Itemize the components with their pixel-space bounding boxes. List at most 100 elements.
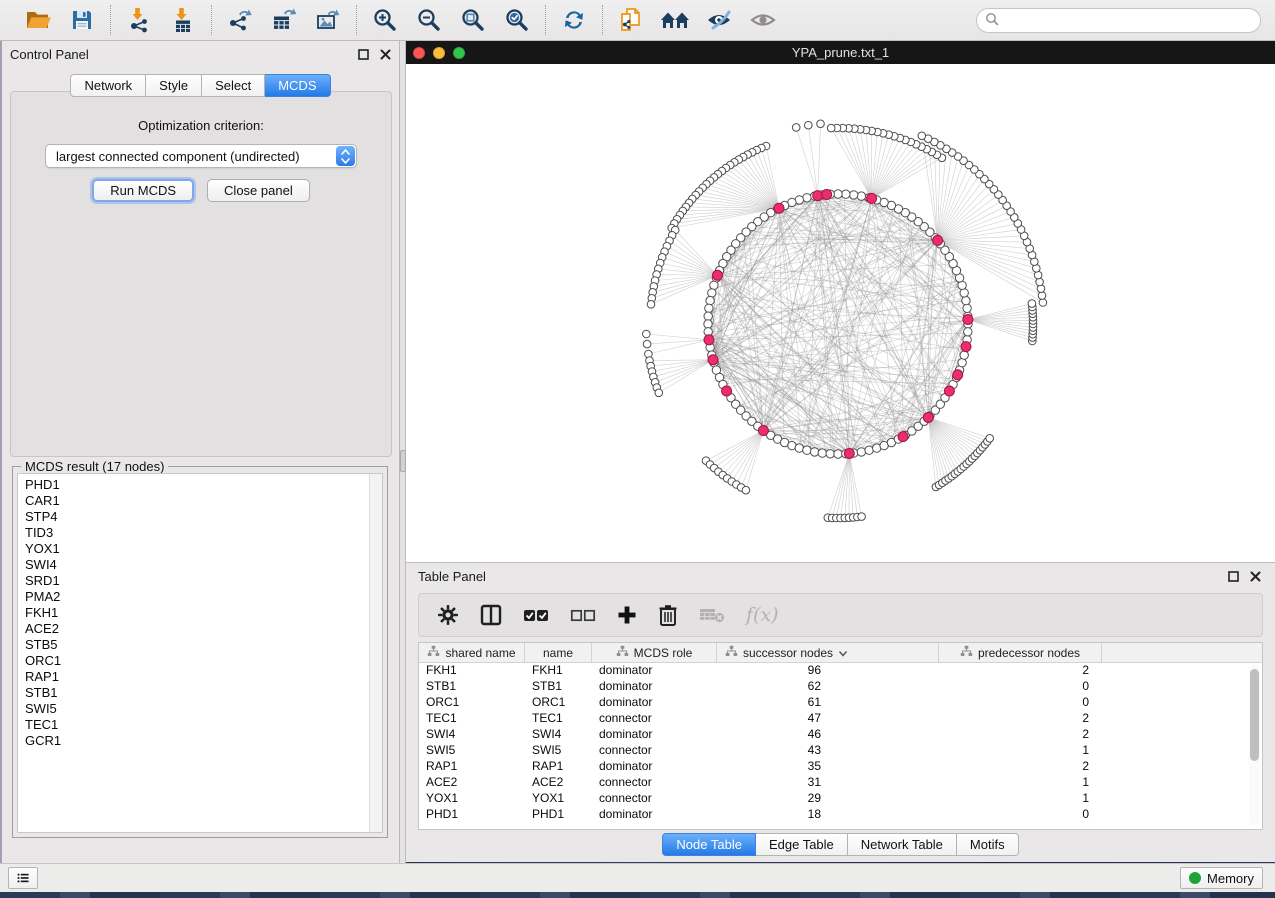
table-row[interactable]: PHD1PHD1dominator180	[419, 807, 1262, 823]
close-icon[interactable]	[1249, 570, 1261, 582]
window-minimize-traffic-light[interactable]	[433, 47, 445, 59]
cell-succ: 46	[717, 727, 939, 743]
result-node-item[interactable]: PHD1	[25, 477, 369, 493]
result-node-item[interactable]: STB1	[25, 685, 369, 701]
table-row[interactable]: ACE2ACE2connector311	[419, 775, 1262, 791]
dropdown-selected-value: largest connected component (undirected)	[56, 149, 300, 164]
close-icon[interactable]	[379, 48, 391, 60]
shared-column-icon	[960, 645, 973, 660]
float-window-icon[interactable]	[1227, 570, 1239, 582]
uncheck-all-icon[interactable]	[570, 607, 596, 623]
split-panel-icon[interactable]	[480, 604, 502, 626]
fx-icon: f(x)	[746, 604, 779, 626]
gear-icon[interactable]	[437, 604, 459, 626]
trash-icon[interactable]	[658, 604, 678, 626]
result-node-item[interactable]: SWI4	[25, 557, 369, 573]
network-canvas[interactable]	[406, 64, 1275, 562]
node-table[interactable]: shared namenameMCDS rolesuccessor nodesp…	[418, 642, 1263, 830]
result-node-item[interactable]: RAP1	[25, 669, 369, 685]
tab-select[interactable]: Select	[202, 74, 265, 97]
hide-eye-icon[interactable]	[704, 6, 734, 34]
window-zoom-traffic-light[interactable]	[453, 47, 465, 59]
desktop-wallpaper-strip	[0, 892, 1275, 898]
plus-icon[interactable]	[617, 605, 637, 625]
run-mcds-button[interactable]: Run MCDS	[92, 179, 194, 202]
table-row[interactable]: TEC1TEC1connector472	[419, 711, 1262, 727]
column-header-successor-nodes[interactable]: successor nodes	[717, 643, 939, 662]
tab-motifs[interactable]: Motifs	[957, 833, 1019, 856]
cell-shared: SWI5	[419, 743, 525, 759]
dropdown-stepper-icon	[336, 146, 355, 166]
table-row[interactable]: SWI5SWI5connector431	[419, 743, 1262, 759]
column-header-MCDS-role[interactable]: MCDS role	[592, 643, 717, 662]
result-node-item[interactable]: YOX1	[25, 541, 369, 557]
result-node-item[interactable]: FKH1	[25, 605, 369, 621]
float-window-icon[interactable]	[357, 48, 369, 60]
mcds-result-list[interactable]: PHD1CAR1STP4TID3YOX1SWI4SRD1PMA2FKH1ACE2…	[17, 473, 383, 833]
shared-column-icon	[725, 645, 738, 660]
node-table-header: shared namenameMCDS rolesuccessor nodesp…	[419, 643, 1262, 663]
table-row[interactable]: YOX1YOX1connector291	[419, 791, 1262, 807]
table-row[interactable]: SWI4SWI4dominator462	[419, 727, 1262, 743]
result-node-item[interactable]: ACE2	[25, 621, 369, 637]
tab-mcds[interactable]: MCDS	[265, 74, 330, 97]
column-header-name[interactable]: name	[525, 643, 592, 662]
result-node-item[interactable]: PMA2	[25, 589, 369, 605]
zoom-fit-icon[interactable]	[458, 6, 488, 34]
result-node-item[interactable]: STP4	[25, 509, 369, 525]
result-list-scrollbar[interactable]	[369, 474, 382, 832]
result-node-item[interactable]: STB5	[25, 637, 369, 653]
result-node-item[interactable]: TEC1	[25, 717, 369, 733]
tab-edge-table[interactable]: Edge Table	[756, 833, 848, 856]
mcds-result-group: MCDS result (17 nodes) PHD1CAR1STP4TID3Y…	[12, 466, 388, 838]
table-scrollbar-thumb[interactable]	[1250, 669, 1259, 761]
export-network-icon[interactable]	[225, 6, 255, 34]
cell-name: STB1	[525, 679, 592, 695]
result-node-item[interactable]: ORC1	[25, 653, 369, 669]
window-close-traffic-light[interactable]	[413, 47, 425, 59]
cell-role: dominator	[592, 679, 717, 695]
import-table-icon[interactable]	[168, 6, 198, 34]
result-node-item[interactable]: GCR1	[25, 733, 369, 749]
tab-network[interactable]: Network	[70, 74, 146, 97]
table-scrollbar[interactable]	[1249, 665, 1260, 825]
search-box[interactable]	[976, 8, 1261, 33]
memory-button[interactable]: Memory	[1180, 867, 1263, 889]
cell-role: connector	[592, 791, 717, 807]
table-row[interactable]: FKH1FKH1dominator962	[419, 663, 1262, 679]
zoom-selected-icon[interactable]	[502, 6, 532, 34]
result-node-item[interactable]: CAR1	[25, 493, 369, 509]
cell-name: RAP1	[525, 759, 592, 775]
export-image-icon[interactable]	[313, 6, 343, 34]
result-node-item[interactable]: SRD1	[25, 573, 369, 589]
network-window-titlebar[interactable]: YPA_prune.txt_1	[406, 41, 1275, 64]
optimization-criterion-dropdown[interactable]: largest connected component (undirected)	[45, 144, 357, 168]
result-node-item[interactable]: SWI5	[25, 701, 369, 717]
table-row[interactable]: STB1STB1dominator620	[419, 679, 1262, 695]
optimization-criterion-label: Optimization criterion:	[11, 118, 391, 133]
tab-network-table[interactable]: Network Table	[848, 833, 957, 856]
refresh-icon[interactable]	[559, 6, 589, 34]
tab-style[interactable]: Style	[146, 74, 202, 97]
column-header-shared-name[interactable]: shared name	[419, 643, 525, 662]
column-header-predecessor-nodes[interactable]: predecessor nodes	[939, 643, 1102, 662]
houses-icon[interactable]	[660, 6, 690, 34]
task-history-button[interactable]	[8, 867, 38, 889]
open-folder-icon[interactable]	[23, 6, 53, 34]
cell-pred: 2	[939, 663, 1102, 679]
result-node-item[interactable]: TID3	[25, 525, 369, 541]
tab-node-table[interactable]: Node Table	[662, 833, 756, 856]
zoom-out-icon[interactable]	[414, 6, 444, 34]
table-row[interactable]: RAP1RAP1dominator352	[419, 759, 1262, 775]
toolbar-group	[10, 6, 110, 34]
search-input[interactable]	[1004, 10, 1260, 30]
network-graph	[406, 64, 1275, 562]
zoom-in-icon[interactable]	[370, 6, 400, 34]
export-table-icon[interactable]	[269, 6, 299, 34]
close-panel-button[interactable]: Close panel	[207, 179, 310, 202]
save-icon[interactable]	[67, 6, 97, 34]
check-all-icon[interactable]	[523, 607, 549, 623]
duplicate-network-icon[interactable]	[616, 6, 646, 34]
table-row[interactable]: ORC1ORC1dominator610	[419, 695, 1262, 711]
import-network-icon[interactable]	[124, 6, 154, 34]
